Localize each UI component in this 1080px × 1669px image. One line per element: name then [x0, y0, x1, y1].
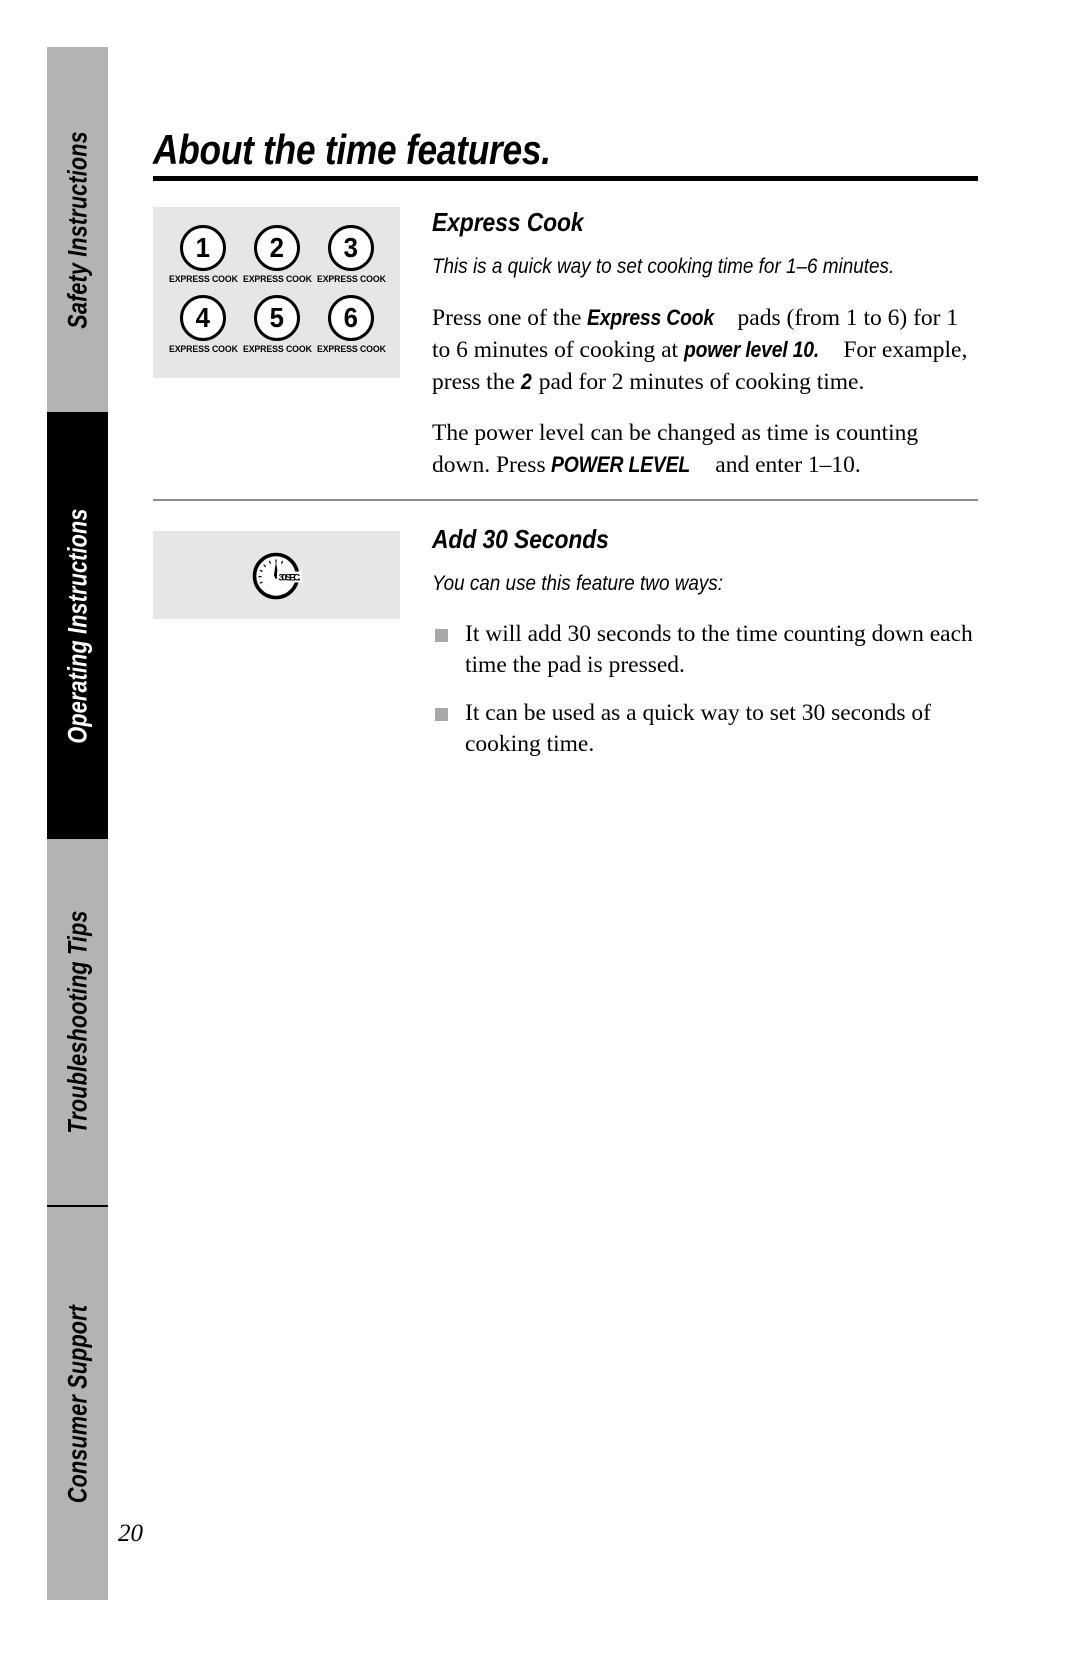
bullet-square-icon — [435, 708, 448, 721]
express-cook-key-3[interactable]: 3 EXPRESS COOK — [314, 225, 388, 285]
page-title: About the time features. — [153, 126, 551, 173]
add-30-seconds-text: Add 30 Seconds You can use this feature … — [432, 524, 978, 760]
sidebar-item-consumer-support[interactable]: Consumer Support — [47, 1207, 108, 1600]
add-30-seconds-illustration: 30 SEC. — [153, 531, 400, 619]
text-fragment: and enter 1–10. — [709, 452, 861, 478]
key-circle-icon: 3 — [328, 225, 374, 271]
key-label: EXPRESS COOK — [242, 274, 312, 285]
thirty-second-timer-icon[interactable]: 30 SEC. — [248, 551, 304, 600]
key-number: 6 — [343, 302, 359, 333]
express-cook-key-grid: 1 EXPRESS COOK 2 EXPRESS COOK 3 EXPRESS … — [166, 225, 388, 365]
key-circle-icon: 4 — [180, 295, 226, 341]
key-label: EXPRESS COOK — [168, 344, 238, 355]
bullet-square-icon — [435, 629, 448, 642]
express-cook-key-5[interactable]: 5 EXPRESS COOK — [240, 295, 314, 355]
key-circle-icon: 1 — [180, 225, 226, 271]
key-number: 3 — [343, 232, 359, 263]
sidebar-tab-rail: Safety Instructions Operating Instructio… — [47, 47, 108, 1600]
list-item: It will add 30 seconds to the time count… — [432, 619, 978, 681]
section-subtitle: This is a quick way to set cooking time … — [432, 255, 895, 278]
text-fragment: pad for 2 minutes of cooking time. — [532, 369, 865, 395]
express-cook-key-1[interactable]: 1 EXPRESS COOK — [166, 225, 240, 285]
key-circle-icon: 6 — [328, 295, 374, 341]
express-cook-key-6[interactable]: 6 EXPRESS COOK — [314, 295, 388, 355]
express-cook-paragraph-2: The power level can be changed as time i… — [432, 418, 978, 481]
express-cook-text: Express Cook This is a quick way to set … — [432, 207, 978, 481]
sidebar-item-label: Consumer Support — [62, 1304, 92, 1503]
page-number: 20 — [118, 1520, 143, 1547]
list-item: It can be used as a quick way to set 30 … — [432, 698, 978, 760]
key-circle-icon: 2 — [254, 225, 300, 271]
emphasis-power-level-10: power level 10. — [683, 337, 820, 362]
section-divider-rule — [153, 499, 978, 501]
key-label: EXPRESS COOK — [316, 344, 386, 355]
page-content: About the time features. 1 EXPRESS COOK … — [153, 0, 978, 1669]
emphasis-pad-2: 2 — [520, 369, 532, 394]
sidebar-item-operating-instructions[interactable]: Operating Instructions — [47, 412, 108, 839]
key-label: EXPRESS COOK — [168, 274, 238, 285]
text-fragment: Press one of the — [432, 305, 588, 331]
sidebar-item-label: Safety Instructions — [62, 130, 92, 329]
key-number: 4 — [195, 302, 211, 333]
emphasis-express-cook: Express Cook — [587, 305, 715, 330]
key-number: 2 — [269, 232, 285, 263]
svg-text:30 SEC.: 30 SEC. — [279, 572, 301, 583]
express-cook-keypad-illustration: 1 EXPRESS COOK 2 EXPRESS COOK 3 EXPRESS … — [153, 207, 400, 378]
list-item-text: It can be used as a quick way to set 30 … — [465, 700, 931, 757]
express-cook-key-2[interactable]: 2 EXPRESS COOK — [240, 225, 314, 285]
key-number: 1 — [195, 232, 211, 263]
express-cook-paragraph-1: Press one of the Express Cook pads (from… — [432, 302, 978, 398]
manual-page: Safety Instructions Operating Instructio… — [0, 0, 1080, 1669]
title-rule — [153, 176, 978, 181]
sidebar-item-troubleshooting-tips[interactable]: Troubleshooting Tips — [47, 839, 108, 1205]
sidebar-item-label: Operating Instructions — [62, 507, 92, 744]
list-item-text: It will add 30 seconds to the time count… — [465, 621, 973, 678]
key-circle-icon: 5 — [254, 295, 300, 341]
sidebar-item-safety-instructions[interactable]: Safety Instructions — [47, 47, 108, 412]
section-subtitle: You can use this feature two ways: — [432, 572, 724, 595]
key-number: 5 — [269, 302, 285, 333]
section-heading: Add 30 Seconds — [432, 524, 609, 554]
key-label: EXPRESS COOK — [316, 274, 386, 285]
sidebar-item-label: Troubleshooting Tips — [62, 910, 92, 1134]
section-heading: Express Cook — [432, 207, 584, 237]
add-30-seconds-bullet-list: It will add 30 seconds to the time count… — [432, 619, 978, 760]
emphasis-power-level-pad: POWER LEVEL — [551, 452, 691, 477]
express-cook-key-4[interactable]: 4 EXPRESS COOK — [166, 295, 240, 355]
key-label: EXPRESS COOK — [242, 344, 312, 355]
